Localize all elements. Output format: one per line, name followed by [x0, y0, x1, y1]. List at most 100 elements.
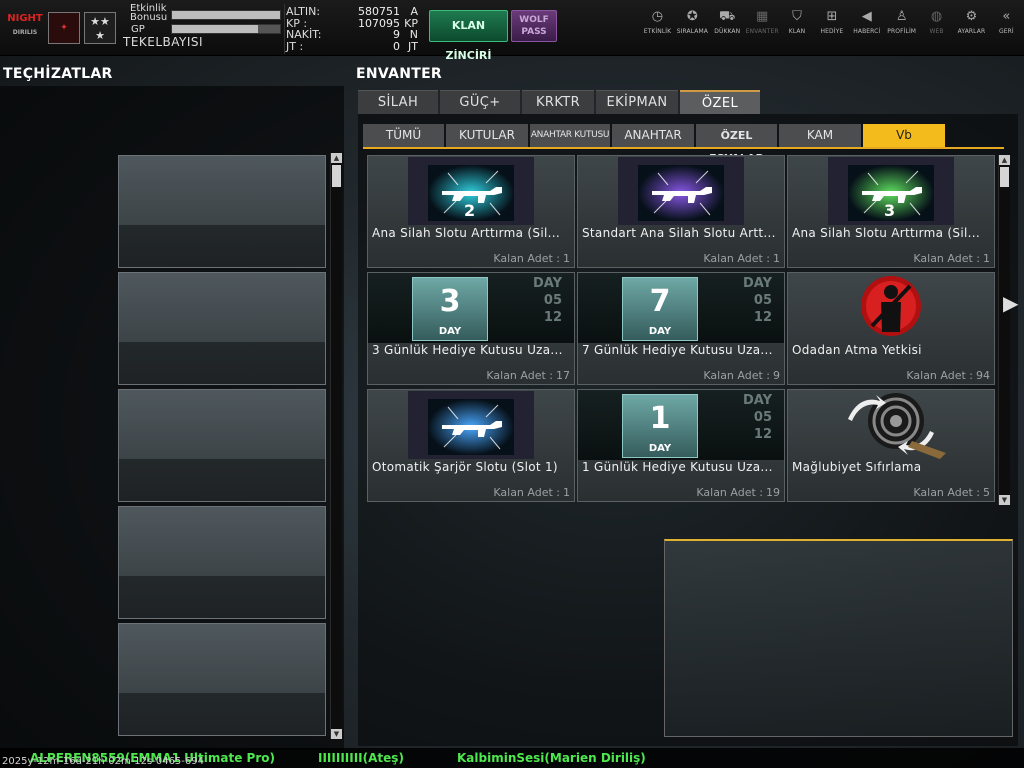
clan-emblem-icon[interactable]: ✦ [48, 12, 80, 44]
gp-bar [171, 24, 281, 34]
item-count-label: Kalan Adet : [696, 486, 763, 499]
day-calendar: DAY 05 12 [743, 275, 772, 326]
subtab[interactable]: TÜMÜ [363, 124, 444, 147]
top-menu-item[interactable]: ♙ PROFİLİM [884, 8, 919, 48]
item-count-label: Kalan Adet : [906, 369, 973, 382]
tab[interactable]: SİLAH [358, 90, 438, 114]
top-menu: ◷ ETKİNLİK ✪ SIRALAMA ⛟ DÜKKAN ▦ ENVANTER ⛉ KLAN ⊞… [640, 8, 1024, 48]
profile-icon: ♙ [895, 9, 908, 24]
top-menu-label: DÜKKAN [714, 28, 741, 35]
top-menu-item[interactable]: ✪ SIRALAMA [675, 8, 710, 48]
subtab[interactable]: Vb [863, 124, 945, 147]
clan-logo: NIGHT DIRILIS [4, 12, 46, 44]
tab[interactable]: KRKTR [522, 90, 594, 114]
cart-icon: ⛟ [719, 9, 736, 24]
equipment-slot[interactable] [118, 155, 326, 268]
equipment-slot[interactable] [118, 506, 326, 619]
calendar-text: DAY [742, 393, 772, 408]
calendar-text: DAY [742, 276, 772, 291]
scroll-thumb[interactable] [332, 165, 341, 187]
currency-value: 107095 [358, 16, 400, 30]
subtab[interactable]: ANAHTAR KUTUSU [530, 124, 610, 147]
top-menu-label: WEB [929, 28, 944, 35]
top-menu-item[interactable]: ◷ ETKİNLİK [640, 8, 675, 48]
logo-text: NIGHT [7, 13, 43, 24]
top-menu-item[interactable]: ◀ HABERCİ [849, 8, 884, 48]
subtab[interactable]: KAM [779, 124, 861, 147]
currency-value: 9 [393, 28, 400, 41]
gift-icon: ⊞ [826, 9, 838, 24]
inventory-item[interactable]: Otomatik Şarjör Slotu (Slot 1) Kalan Adet… [367, 389, 575, 502]
timestamp: 2025y-12m-16d-21h-02m-12s-0465-694 [2, 756, 204, 767]
top-menu-item[interactable]: ⛟ DÜKKAN [710, 8, 745, 48]
scroll-up-icon[interactable]: ▲ [999, 155, 1010, 165]
item-count-value: 1 [773, 252, 780, 265]
event-bonus-bar [171, 10, 281, 20]
calendar-text: 05 [753, 293, 772, 308]
rank-stars-icon[interactable]: ★★ ★ [84, 12, 116, 44]
tab[interactable]: ÖZEL [680, 90, 760, 114]
top-menu-label: AYARLAR [957, 28, 986, 35]
subtab[interactable]: ANAHTAR [612, 124, 694, 147]
currency-row: JT : 0 JT [286, 39, 422, 53]
scroll-down-icon[interactable]: ▼ [999, 495, 1010, 505]
item-name: 1 Günlük Hediye Kutusu Uza... [582, 460, 773, 474]
top-menu-item[interactable]: ⊞ HEDİYE [814, 8, 849, 48]
item-name: Mağlubiyet Sıfırlama [792, 460, 922, 474]
scroll-up-icon[interactable]: ▲ [331, 153, 342, 163]
inventory-item[interactable]: 1 DAY DAY 05 12 1 Günlük Hediye Kutusu U… [577, 389, 785, 502]
currency-value: 0 [393, 39, 400, 53]
currency-unit: N [409, 28, 418, 41]
item-count: Kalan Adet :1 [493, 252, 570, 265]
item-image [618, 157, 744, 225]
gift-box-icon: 7 DAY [622, 277, 698, 341]
top-menu-item[interactable]: ⚙ AYARLAR [954, 8, 989, 48]
inventory-item[interactable]: 7 DAY DAY 05 12 7 Günlük Hediye Kutusu U… [577, 272, 785, 385]
subtab[interactable]: ÖZEL EŞYALAR [696, 124, 777, 165]
ticker-item: IIIIIIIIII(Ateş) [318, 751, 404, 765]
wolf-pass-button[interactable]: WOLF PASS [511, 10, 557, 42]
klan-chain-button[interactable]: KLAN ZİNCİRİ [429, 10, 508, 62]
day-word: DAY [648, 326, 672, 337]
inventory-item[interactable]: Mağlubiyet Sıfırlama Kalan Adet :5 [787, 389, 995, 502]
equipment-slot[interactable] [118, 623, 326, 736]
top-menu-label: ETKİNLİK [643, 28, 672, 35]
currency-key: ALTIN: [286, 5, 321, 18]
equipment-slot[interactable] [118, 389, 326, 502]
item-count-label: Kalan Adet : [703, 369, 770, 382]
inventory-item[interactable]: 2 Ana Silah Slotu Arttırma (Sil... Kalan … [367, 155, 575, 268]
inventory-item[interactable]: 3 Ana Silah Slotu Arttırma (Sil... Kalan … [787, 155, 995, 268]
item-count-value: 94 [976, 369, 990, 382]
scroll-thumb[interactable] [1000, 167, 1009, 187]
calendar-text: DAY [532, 276, 562, 291]
inventory-item[interactable]: Standart Ana Silah Slotu Artt... Kalan Ad… [577, 155, 785, 268]
item-count-label: Kalan Adet : [486, 369, 553, 382]
top-menu-label: HEDİYE [820, 28, 844, 35]
top-menu-item[interactable]: ▦ ENVANTER [745, 8, 780, 48]
currency-stats: ALTIN: 580751 A KP :107095 KP NAKİT: 9 N JT :0 JT [286, 6, 422, 52]
top-menu-item[interactable]: ⛉ KLAN [780, 8, 815, 48]
equipment-scrollbar[interactable]: ▲ ▼ [330, 153, 342, 739]
item-image: 3 [828, 157, 954, 225]
event-bonus-fill [172, 11, 280, 19]
inventory-item[interactable]: Odadan Atma Yetkisi Kalan Adet :94 [787, 272, 995, 385]
item-count-label: Kalan Adet : [913, 486, 980, 499]
calendar-text: 12 [753, 427, 772, 442]
scroll-down-icon[interactable]: ▼ [331, 729, 342, 739]
item-count-value: 1 [563, 252, 570, 265]
item-scrollbar[interactable]: ▲ ▼ [998, 155, 1010, 505]
item-count: Kalan Adet :94 [906, 369, 990, 382]
currency-key: NAKİT: [286, 28, 322, 41]
rifle-icon [638, 165, 724, 221]
tab[interactable]: EKİPMAN [596, 90, 678, 114]
gear-icon: ⚙ [965, 9, 978, 24]
tab[interactable]: GÜÇ+ [440, 90, 520, 114]
subtab[interactable]: KUTULAR [446, 124, 528, 147]
top-menu-item[interactable]: ◍ WEB [919, 8, 954, 48]
top-menu-item[interactable]: « GERİ [989, 8, 1024, 48]
inventory-item[interactable]: 3 DAY DAY 05 12 3 Günlük Hediye Kutusu U… [367, 272, 575, 385]
currency-row: ALTIN: 580751 A [286, 6, 422, 18]
currency-unit: A [410, 5, 418, 18]
equipment-slot[interactable] [118, 272, 326, 385]
item-name: Odadan Atma Yetkisi [792, 343, 922, 357]
